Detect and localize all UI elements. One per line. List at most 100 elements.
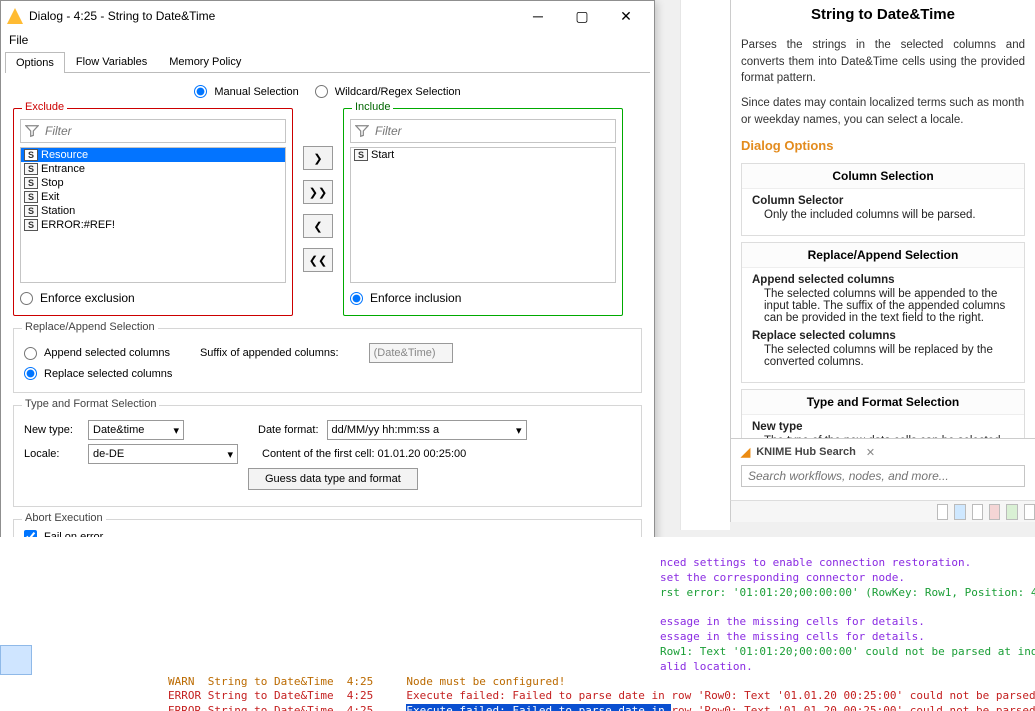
locale-combo[interactable]: de-DE ▾: [88, 444, 238, 464]
toolbar-icon[interactable]: [1006, 504, 1017, 520]
toolbar-icon[interactable]: [972, 504, 983, 520]
radio-enforce-exclusion[interactable]: Enforce exclusion: [20, 291, 286, 305]
console-line: essage in the missing cells for details.: [660, 630, 925, 643]
minimize-button[interactable]: ─: [516, 2, 560, 30]
new-type-combo[interactable]: Date&time ▾: [88, 420, 184, 440]
exclude-legend: Exclude: [22, 101, 67, 113]
radio-replace-input[interactable]: [24, 367, 37, 380]
radio-replace-columns[interactable]: Replace selected columns: [24, 367, 631, 380]
toolbar-icon[interactable]: [989, 504, 1000, 520]
menubar: File: [1, 31, 654, 49]
knime-hub-panel: ◢ KNIME Hub Search ✕: [730, 438, 1035, 494]
locale-value: de-DE: [93, 448, 124, 460]
list-item[interactable]: SResource: [21, 148, 285, 162]
knime-hub-search-input[interactable]: [741, 465, 1025, 487]
help-title: String to Date&Time: [731, 0, 1035, 33]
move-remove-all-button[interactable]: ❮❮: [303, 248, 333, 272]
dialog-tabs: Options Flow Variables Memory Policy: [5, 51, 650, 73]
tab-options[interactable]: Options: [5, 52, 65, 73]
right-toolbar: [730, 500, 1035, 522]
radio-append-columns[interactable]: Append selected columns: [24, 347, 170, 360]
chevron-down-icon: ▾: [516, 424, 522, 437]
help-card-heading: Type and Format Selection: [742, 390, 1024, 415]
help-subheading: Append selected columns: [752, 274, 1014, 286]
help-subheading: Replace selected columns: [752, 330, 1014, 342]
type-badge-icon: S: [24, 219, 38, 231]
console-warn-msg: Node must be configured!: [406, 675, 565, 688]
console-line: rst error: '01:01:20;00:00:00' (RowKey: …: [660, 586, 1035, 599]
radio-enforce-exclusion-input[interactable]: [20, 292, 33, 305]
help-body-text: The selected columns will be appended to…: [764, 288, 1014, 324]
radio-manual-input[interactable]: [194, 85, 207, 98]
close-tab-icon[interactable]: ✕: [866, 446, 875, 459]
list-item[interactable]: SEntrance: [21, 162, 285, 176]
radio-manual-selection[interactable]: Manual Selection: [194, 85, 298, 98]
move-add-button[interactable]: ❯: [303, 146, 333, 170]
console-error-msg: Execute failed: Failed to parse date in: [406, 689, 671, 702]
console-error-row: row 'Row0: Text '01.01.20 00:25:00' coul…: [671, 704, 1035, 711]
help-subheading: New type: [752, 421, 1014, 433]
radio-regex-selection[interactable]: Wildcard/Regex Selection: [315, 85, 461, 98]
toolbar-icon[interactable]: [937, 504, 948, 520]
move-add-all-button[interactable]: ❯❯: [303, 180, 333, 204]
list-item[interactable]: SExit: [21, 190, 285, 204]
radio-enforce-inclusion-input[interactable]: [350, 292, 363, 305]
console-error-msg-selected: Execute failed: Failed to parse date in: [406, 704, 671, 711]
exclude-filter-input[interactable]: [43, 121, 285, 141]
type-format-section: Type and Format Selection New type: Date…: [13, 405, 642, 507]
replace-append-legend: Replace/Append Selection: [22, 321, 158, 333]
exclude-listbox[interactable]: SResource SEntrance SStop SExit SStation…: [20, 147, 286, 283]
date-format-combo[interactable]: dd/MM/yy hh:mm:ss a ▾: [327, 420, 527, 440]
type-badge-icon: S: [24, 163, 38, 175]
close-button[interactable]: ✕: [604, 2, 648, 30]
include-listbox[interactable]: SStart: [350, 147, 616, 283]
move-remove-button[interactable]: ❮: [303, 214, 333, 238]
date-format-label: Date format:: [258, 424, 319, 436]
radio-append-label: Append selected columns: [44, 347, 170, 359]
radio-enforce-inclusion[interactable]: Enforce inclusion: [350, 291, 616, 305]
list-item-label: Start: [371, 149, 394, 161]
list-item-label: ERROR:#REF!: [41, 219, 115, 231]
console-warn-label: WARN String to Date&Time 4:25: [168, 675, 406, 688]
type-badge-icon: S: [24, 191, 38, 203]
date-format-value: dd/MM/yy hh:mm:ss a: [332, 424, 440, 436]
toolbar-icon[interactable]: [1024, 504, 1035, 520]
type-badge-icon: S: [24, 205, 38, 217]
toolbar-icon[interactable]: [954, 504, 965, 520]
console-line: nced settings to enable connection resto…: [660, 556, 971, 569]
suffix-input: [369, 343, 453, 363]
include-filter-input[interactable]: [373, 121, 615, 141]
list-item-label: Stop: [41, 177, 64, 189]
radio-regex-label: Wildcard/Regex Selection: [335, 86, 461, 98]
list-item[interactable]: SStop: [21, 176, 285, 190]
list-item-label: Resource: [41, 149, 88, 161]
selection-mode-row: Manual Selection Wildcard/Regex Selectio…: [13, 83, 642, 108]
type-badge-icon: S: [24, 149, 38, 161]
console-line: essage in the missing cells for details.: [660, 615, 925, 628]
list-item[interactable]: SERROR:#REF!: [21, 218, 285, 232]
console-error-row: row 'Row0: Text '01.01.20 00:25:00' coul…: [671, 689, 1035, 702]
help-subheading: Column Selector: [752, 195, 1014, 207]
locale-label: Locale:: [24, 448, 80, 460]
list-item[interactable]: SStart: [351, 148, 615, 162]
tab-memory-policy[interactable]: Memory Policy: [158, 51, 252, 72]
tab-flow-variables[interactable]: Flow Variables: [65, 51, 158, 72]
app-warning-icon: [7, 8, 23, 24]
maximize-button[interactable]: ▢: [560, 2, 604, 30]
exclude-filter-box: [20, 119, 286, 143]
chevron-down-icon: ▾: [227, 448, 233, 461]
columns-row: Exclude SResource SEntrance SStop SExit …: [13, 108, 642, 316]
console-line: Row1: Text '01:01:20;00:00:00' could not…: [660, 645, 1035, 658]
radio-regex-input[interactable]: [315, 85, 328, 98]
type-badge-icon: S: [24, 177, 38, 189]
list-item-label: Entrance: [41, 163, 85, 175]
new-type-value: Date&time: [93, 424, 144, 436]
list-item-label: Exit: [41, 191, 59, 203]
console-panel[interactable]: nced settings to enable connection resto…: [0, 537, 1035, 711]
list-item[interactable]: SStation: [21, 204, 285, 218]
guess-format-button[interactable]: Guess data type and format: [248, 468, 418, 490]
menu-file[interactable]: File: [9, 33, 28, 47]
radio-append-input[interactable]: [24, 347, 37, 360]
help-card-replace-append: Replace/Append Selection Append selected…: [741, 242, 1025, 383]
new-type-label: New type:: [24, 424, 80, 436]
